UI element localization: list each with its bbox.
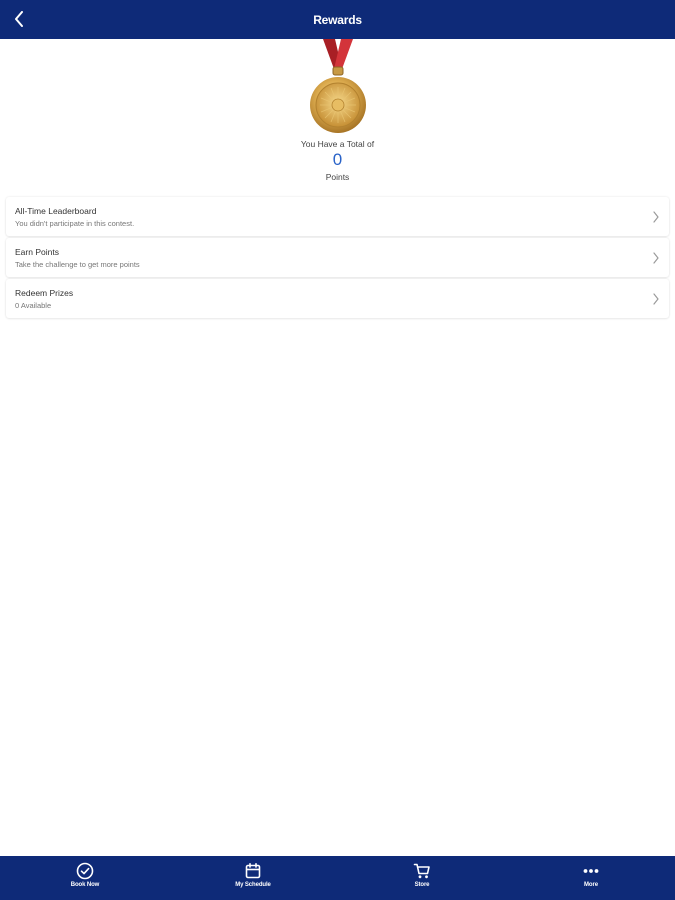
chevron-right-icon: [653, 293, 659, 305]
top-app-bar: Rewards: [0, 0, 675, 39]
tab-label: Book Now: [70, 882, 100, 888]
page-title: Rewards: [313, 12, 362, 27]
points-summary: You Have a Total of 0 Points: [0, 138, 675, 183]
tab-my-schedule[interactable]: My Schedule: [213, 856, 293, 900]
menu-item-title: Earn Points: [15, 247, 59, 257]
bottom-tab-bar: Book Now My Schedule Store More: [0, 856, 675, 900]
menu-item-subtitle: 0 Available: [15, 301, 52, 310]
points-unit: Points: [325, 172, 350, 182]
check-circle-icon: [76, 862, 94, 880]
menu-item-subtitle: You didn't participate in this contest.: [15, 219, 135, 228]
points-value: 0: [332, 150, 343, 169]
menu-item-subtitle: Take the challenge to get more points: [15, 260, 140, 269]
back-button[interactable]: [6, 6, 32, 32]
chevron-right-icon: [653, 252, 659, 264]
tab-book-now[interactable]: Book Now: [45, 856, 125, 900]
tab-more[interactable]: More: [551, 856, 631, 900]
tab-label: Store: [414, 882, 430, 888]
chevron-left-icon: [15, 11, 23, 27]
menu-item-title: All-Time Leaderboard: [15, 206, 97, 216]
menu-item-redeem-prizes[interactable]: Redeem Prizes 0 Available: [6, 279, 669, 318]
chevron-right-icon: [653, 211, 659, 223]
tab-label: My Schedule: [235, 882, 271, 888]
tab-store[interactable]: Store: [382, 856, 462, 900]
tab-label: More: [584, 882, 598, 888]
cart-icon: [413, 863, 430, 879]
menu-item-title: Redeem Prizes: [15, 288, 74, 298]
calendar-icon: [245, 862, 261, 879]
gold-medal-icon: [302, 39, 374, 139]
more-dots-icon: [583, 869, 599, 873]
points-caption: You Have a Total of: [300, 139, 375, 149]
menu-item-leaderboard[interactable]: All-Time Leaderboard You didn't particip…: [6, 197, 669, 236]
rewards-menu: All-Time Leaderboard You didn't particip…: [6, 197, 669, 320]
menu-item-earn-points[interactable]: Earn Points Take the challenge to get mo…: [6, 238, 669, 277]
